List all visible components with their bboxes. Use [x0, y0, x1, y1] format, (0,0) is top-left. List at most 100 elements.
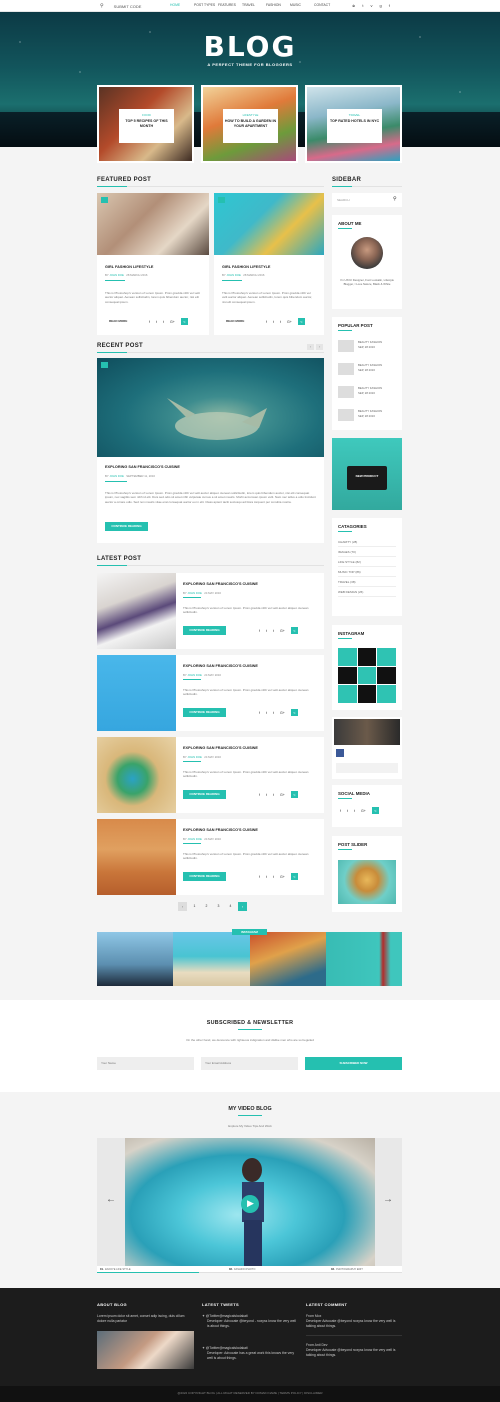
facebook-icon[interactable]: f	[149, 320, 150, 324]
video-player[interactable]: ▶	[125, 1138, 375, 1266]
facebook-icon[interactable]: f	[266, 320, 267, 324]
video-caption[interactable]: 03. PHOTOGRAPHY EDIT	[301, 1268, 402, 1271]
post-author[interactable]: JOHN DOE	[226, 273, 240, 277]
instagram-photo[interactable]	[338, 648, 357, 666]
tumblr-icon[interactable]: t	[273, 629, 274, 633]
latest-post-image[interactable]	[97, 819, 176, 895]
video-caption[interactable]: 01. ENJOYE LIFE STYLE	[97, 1268, 199, 1271]
popular-post-item[interactable]: BEAUTY FASHION SEP, 28 2016	[338, 363, 396, 377]
google-plus-icon[interactable]: G+	[280, 875, 285, 879]
instagram-photo[interactable]	[357, 648, 377, 666]
share-icon[interactable]: <	[290, 709, 298, 716]
nav-contact[interactable]: CONTACT	[314, 3, 338, 7]
facebook-icon[interactable]: f	[340, 809, 341, 813]
google-plus-icon[interactable]: G+	[287, 320, 292, 324]
prev-arrow-icon[interactable]: ‹	[307, 344, 314, 350]
instagram-photo[interactable]	[357, 685, 377, 703]
share-icon[interactable]: <	[371, 807, 379, 814]
share-icon[interactable]: <	[290, 627, 298, 634]
hero-card-lifestyle[interactable]: LIFESTYLE HOW TO BUILD A GARDEN IN YOUR …	[201, 85, 298, 163]
nav-travel[interactable]: TRAVEL	[242, 3, 266, 7]
instagram-photo[interactable]	[377, 648, 396, 666]
next-arrow-icon[interactable]: →	[383, 1194, 393, 1205]
name-input[interactable]: Your Name	[97, 1057, 194, 1070]
popular-post-item[interactable]: BEAUTY FASHION SEP, 28 2016	[338, 340, 396, 354]
post-author[interactable]: JOHN DOE	[109, 474, 123, 478]
nav-music[interactable]: MUSIC	[290, 3, 314, 7]
facebook-icon[interactable]: f	[259, 629, 260, 633]
popular-post-thumb[interactable]	[338, 386, 354, 398]
play-button[interactable]: ▶	[241, 1195, 259, 1213]
share-icon[interactable]: <	[297, 318, 305, 325]
pagination-prev-icon[interactable]: ‹	[178, 902, 187, 911]
popular-post-title[interactable]: BEAUTY FASHION	[358, 340, 382, 344]
tumblr-icon[interactable]: t	[273, 711, 274, 715]
popular-post-thumb[interactable]	[338, 363, 354, 375]
google-plus-icon[interactable]: G+	[170, 320, 175, 324]
tumblr-icon[interactable]: t	[273, 875, 274, 879]
next-arrow-icon[interactable]: ›	[316, 344, 323, 350]
popular-post-item[interactable]: BEAUTY FASHION SEP, 28 2016	[338, 386, 396, 400]
subscribe-button[interactable]: SUBSCRIBED NOW	[305, 1057, 402, 1070]
nav-post-types[interactable]: POST TYPES	[194, 3, 218, 7]
instagram-strip-photo[interactable]	[97, 932, 174, 986]
nav-home[interactable]: HOME	[170, 3, 194, 7]
footer-about-image[interactable]	[97, 1331, 194, 1369]
instagram-photo[interactable]	[357, 666, 377, 685]
recent-post-image[interactable]	[97, 358, 324, 457]
category-item[interactable]: WEB DESIGN (26)	[338, 587, 396, 597]
google-plus-icon[interactable]: G+	[280, 793, 285, 797]
page-link[interactable]: 1	[190, 902, 199, 911]
category-item[interactable]: MUSIC TOP (86)	[338, 567, 396, 577]
category-item[interactable]: TRAVEL (38)	[338, 577, 396, 587]
continue-reading-button[interactable]: CONTINUE READING	[183, 626, 226, 635]
top-search-placeholder[interactable]: SUBMIT CODE	[114, 4, 142, 9]
twitter-icon[interactable]: t	[362, 3, 363, 8]
search-icon[interactable]: ⚲	[100, 3, 104, 9]
twitter-icon[interactable]: t	[273, 320, 274, 324]
read-more-link[interactable]: READ MORE	[109, 319, 127, 323]
facebook-icon[interactable]: f	[259, 793, 260, 797]
email-input[interactable]: Your Email Address	[201, 1057, 298, 1070]
vimeo-icon[interactable]: v	[370, 3, 372, 8]
hero-card-title[interactable]: TOP 5 RECIPES OF THIS MONTH	[119, 119, 174, 128]
page-link[interactable]: 3	[214, 902, 223, 911]
ad-banner[interactable]: NEW PRODUCT	[332, 438, 402, 510]
popular-post-item[interactable]: BEAUTY FASHION SEP, 28 2016	[338, 409, 396, 423]
category-item[interactable]: IMAGES (70)	[338, 547, 396, 557]
top-search[interactable]: ⚲ SUBMIT CODE	[100, 3, 141, 9]
latest-post-image[interactable]	[97, 655, 176, 731]
share-icon[interactable]: <	[290, 791, 298, 798]
page-link[interactable]: 2	[202, 902, 211, 911]
tumblr-icon[interactable]: t	[273, 793, 274, 797]
instagram-strip-photo[interactable]	[325, 932, 402, 986]
tumblr-icon[interactable]: t	[280, 320, 281, 324]
popular-post-thumb[interactable]	[338, 409, 354, 421]
post-title[interactable]: EXPLORING SAN FRANCISCO'S CUISINE	[183, 664, 258, 668]
continue-reading-button[interactable]: CONTINUE READING	[183, 790, 226, 799]
post-author[interactable]: JOHN DOE	[187, 837, 201, 841]
post-author[interactable]: JOHN DOE	[187, 755, 201, 759]
google-plus-icon[interactable]: G+	[280, 629, 285, 633]
instagram-strip-photo[interactable]	[249, 932, 326, 986]
tumblr-icon[interactable]: t	[163, 320, 164, 324]
popular-post-thumb[interactable]	[338, 340, 354, 352]
popular-post-title[interactable]: BEAUTY FASHION	[358, 409, 382, 413]
page-link[interactable]: 4	[226, 902, 235, 911]
video-caption[interactable]: 02. FASHION PHOTO	[199, 1268, 301, 1271]
post-title[interactable]: EXPLORING SAN FRANCISCO'S CUISINE	[183, 582, 258, 586]
post-author[interactable]: JOHN DOE	[109, 273, 123, 277]
continue-reading-button[interactable]: CONTINUE READING	[105, 522, 148, 531]
popular-post-title[interactable]: BEAUTY FASHION	[358, 386, 382, 390]
instagram-photo[interactable]	[377, 666, 396, 685]
latest-post-image[interactable]	[97, 573, 176, 649]
post-title[interactable]: EXPLORING SAN FRANCISCO'S CUISINE	[183, 746, 258, 750]
site-logo[interactable]: BLOG	[200, 30, 300, 63]
facebook-icon[interactable]: f	[389, 3, 390, 8]
post-title[interactable]: GIRL FASHION LIFESTYLE	[105, 265, 153, 269]
instagram-photo[interactable]	[338, 666, 357, 685]
facebook-icon[interactable]	[336, 749, 344, 757]
tweet-handle[interactable]: @Twitter@magicalslodakati	[206, 1314, 248, 1318]
twitter-icon[interactable]: t	[156, 320, 157, 324]
search-icon[interactable]: ⚲	[393, 196, 397, 202]
